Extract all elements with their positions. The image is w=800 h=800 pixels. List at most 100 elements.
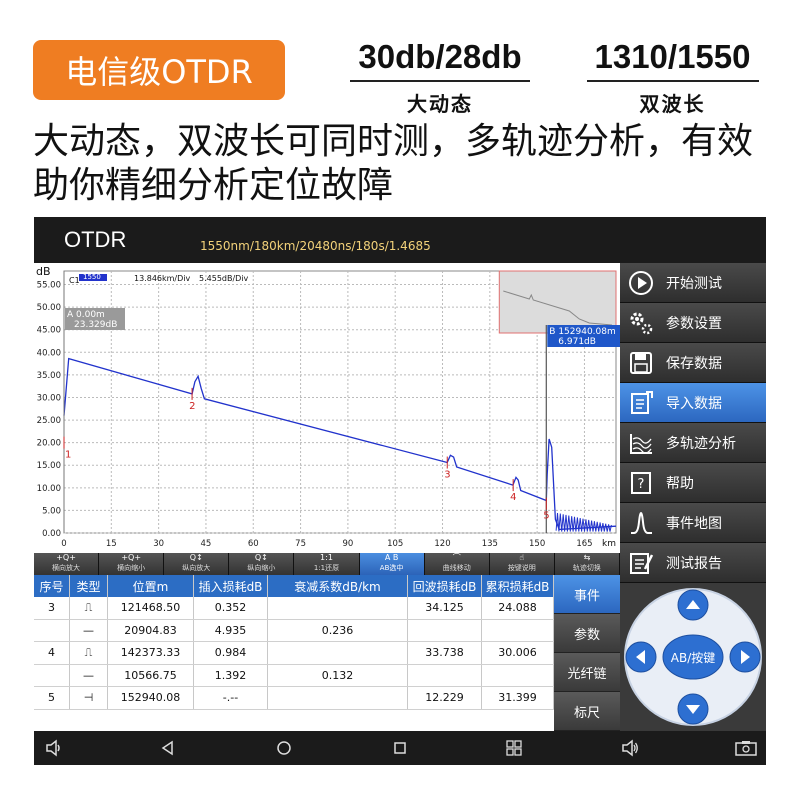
- table-cell: [482, 664, 554, 686]
- toolbar-icon: ⇆: [583, 553, 591, 562]
- table-cell: 4: [34, 642, 70, 664]
- menu-start-test[interactable]: 开始测试: [620, 263, 766, 303]
- test-parameters: 1550nm/180km/20480ns/180s/1.4685: [200, 239, 431, 253]
- column-header: 插入损耗dB: [194, 575, 268, 597]
- table-tab-1[interactable]: 参数: [554, 614, 620, 653]
- floppy-disk-icon: [626, 348, 656, 378]
- trace-plot[interactable]: 55.00 50.00 45.00 40.00 35.00 30.00 25.00 20.00…: [34, 263, 620, 553]
- y-tick-label: 40.00: [37, 348, 61, 358]
- side-menu: 开始测试 参数设置 保存数据 导入数据 多轨迹分析 ? 帮助 事件地图 测试报告: [620, 263, 766, 583]
- menu-parameter-settings[interactable]: 参数设置: [620, 303, 766, 343]
- toolbar-label: AB选中: [379, 564, 404, 572]
- column-header: 衰减系数dB/km: [268, 575, 408, 597]
- y-tick-label: 0.00: [42, 529, 61, 539]
- toolbar-button-1[interactable]: +Q+ 横向缩小: [99, 553, 165, 575]
- column-header: 序号: [34, 575, 70, 597]
- event-marker-1[interactable]: 1: [65, 450, 71, 461]
- toolbar-label: 横向缩小: [117, 564, 146, 572]
- menu-event-map[interactable]: 事件地图: [620, 503, 766, 543]
- volume-up-icon[interactable]: [620, 738, 640, 758]
- x-tick-label: 90: [342, 539, 353, 549]
- back-icon[interactable]: [158, 738, 178, 758]
- plot-toolbar: +Q+ 横向放大 +Q+ 横向缩小 Q↕ 纵向放大 Q↕ 纵向缩小 1:1 1:1还原 A B AB选…: [34, 553, 620, 575]
- table-cell: 121468.50: [108, 597, 194, 619]
- table-cell: 3: [34, 597, 70, 619]
- toolbar-label: 1:1还原: [313, 564, 340, 572]
- table-cell: [268, 597, 408, 619]
- table-cell: 34.125: [408, 597, 482, 619]
- pad-down-button[interactable]: [677, 693, 709, 725]
- table-row[interactable]: —10566.75 1.392 0.132: [34, 664, 554, 687]
- event-marker-5[interactable]: 5: [543, 511, 549, 522]
- menu-import-data[interactable]: 导入数据: [620, 383, 766, 423]
- table-cell: —: [70, 664, 108, 686]
- table-cell: 0.352: [194, 597, 268, 619]
- menu-help[interactable]: ? 帮助: [620, 463, 766, 503]
- recent-apps-icon[interactable]: [390, 738, 410, 758]
- menu-multi-trace[interactable]: 多轨迹分析: [620, 423, 766, 463]
- toolbar-button-5[interactable]: A B AB选中: [359, 553, 425, 575]
- menu-event-map-label: 事件地图: [666, 515, 722, 532]
- spec-dynamic-range-value: 30db/28db: [350, 38, 530, 82]
- table-header: 序号 类型 位置m 插入损耗dB 衰减系数dB/km 回波损耗dB 累积损耗dB: [34, 575, 554, 597]
- y-scale-info: 5.455dB/Div: [199, 274, 249, 283]
- toolbar-label: 横向放大: [52, 564, 81, 572]
- play-circle-icon: [626, 268, 656, 298]
- table-cell: 33.738: [408, 642, 482, 664]
- toolbar-button-4[interactable]: 1:1 1:1还原: [294, 553, 360, 575]
- event-marker-4[interactable]: 4: [510, 492, 516, 503]
- pad-center-button[interactable]: AB/按键: [662, 634, 724, 680]
- pad-right-button[interactable]: [729, 641, 761, 673]
- app-grid-icon[interactable]: [504, 738, 524, 758]
- table-row[interactable]: —20904.83 4.935 0.236: [34, 619, 554, 642]
- toolbar-icon: +Q+: [56, 553, 76, 562]
- table-cell: [268, 642, 408, 664]
- screenshot-camera-icon[interactable]: [734, 738, 758, 758]
- menu-save-data-label: 保存数据: [666, 355, 722, 372]
- table-cell: ⎍: [70, 642, 108, 664]
- table-tab-0[interactable]: 事件: [554, 575, 620, 614]
- event-marker-2[interactable]: 2: [189, 401, 195, 412]
- table-row[interactable]: 4 ⎍ 142373.33 0.984 33.738 30.006: [34, 642, 554, 665]
- trace-chart[interactable]: 55.0050.0045.0040.0035.0030.0025.0020.00…: [34, 263, 620, 553]
- svg-text:?: ?: [638, 477, 645, 492]
- table-cell: 10566.75: [108, 664, 194, 686]
- x-tick-label: 15: [106, 539, 117, 549]
- table-cell: ⎍: [70, 597, 108, 619]
- table-cell: [34, 619, 70, 641]
- table-body: 3 ⎍ 121468.50 0.352 34.125 24.088—20904.83 4.9…: [34, 597, 554, 710]
- y-tick-label: 30.00: [37, 393, 61, 403]
- pad-up-button[interactable]: [677, 589, 709, 621]
- toolbar-button-2[interactable]: Q↕ 纵向放大: [164, 553, 230, 575]
- table-row[interactable]: 5 ⊣ 152940.08 -.-- 12.229 31.399: [34, 687, 554, 710]
- table-tab-3[interactable]: 标尺: [554, 692, 620, 731]
- menu-save-data[interactable]: 保存数据: [620, 343, 766, 383]
- table-row[interactable]: 3 ⎍ 121468.50 0.352 34.125 24.088: [34, 597, 554, 620]
- table-cell: 0.236: [268, 619, 408, 641]
- menu-parameter-settings-label: 参数设置: [666, 315, 722, 332]
- toolbar-icon: Q↕: [254, 553, 268, 562]
- x-tick-label: 105: [387, 539, 403, 549]
- menu-test-report[interactable]: 测试报告: [620, 543, 766, 583]
- cursor-b-position: B 152940.08m: [549, 327, 615, 337]
- table-cell: 0.132: [268, 664, 408, 686]
- x-tick-label: 0: [61, 539, 66, 549]
- pad-left-button[interactable]: [625, 641, 657, 673]
- event-marker-3[interactable]: 3: [444, 470, 450, 481]
- table-cell: 24.088: [482, 597, 554, 619]
- system-nav-bar: [34, 731, 766, 765]
- toolbar-button-7[interactable]: ☝ 按键说明: [489, 553, 555, 575]
- volume-down-icon[interactable]: [44, 738, 64, 758]
- menu-help-label: 帮助: [666, 475, 694, 492]
- spec-dynamic-range-label: 大动态: [407, 92, 473, 116]
- table-tab-2[interactable]: 光纤链: [554, 653, 620, 692]
- toolbar-button-3[interactable]: Q↕ 纵向缩小: [229, 553, 295, 575]
- menu-multi-trace-label: 多轨迹分析: [666, 435, 736, 452]
- toolbar-button-0[interactable]: +Q+ 横向放大: [34, 553, 100, 575]
- event-table: 序号 类型 位置m 插入损耗dB 衰减系数dB/km 回波损耗dB 累积损耗dB 3 ⎍ 121…: [34, 575, 554, 731]
- toolbar-button-6[interactable]: ⌒ 曲线移动: [424, 553, 490, 575]
- toolbar-button-8[interactable]: ⇆ 轨迹切换: [554, 553, 620, 575]
- home-icon[interactable]: [274, 738, 294, 758]
- report-icon: [626, 548, 656, 578]
- x-tick-label: 60: [248, 539, 259, 549]
